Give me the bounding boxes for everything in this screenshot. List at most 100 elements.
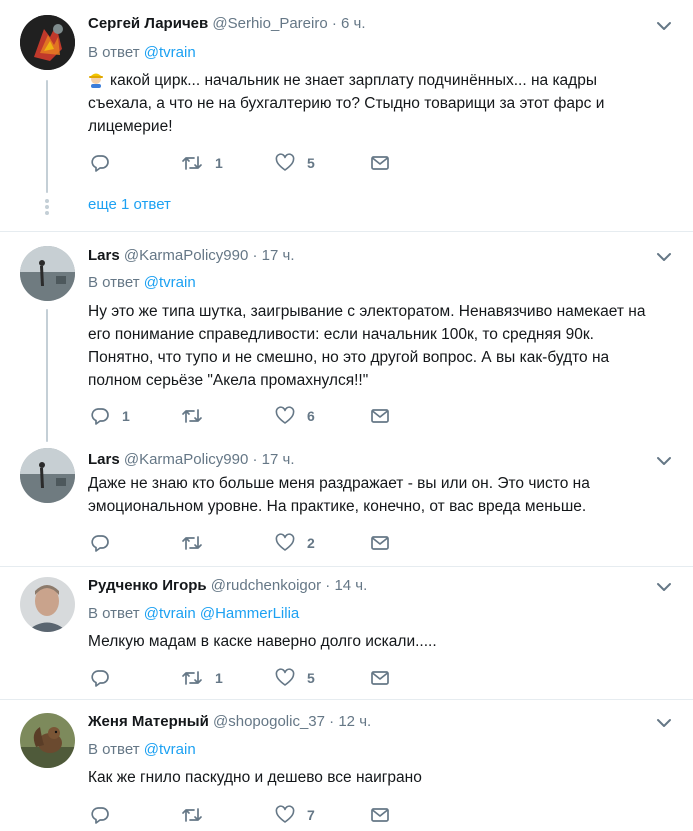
like-button[interactable]: 2 xyxy=(275,531,315,555)
tweet-text-line: лицемерие! xyxy=(88,118,173,135)
timestamp[interactable]: 6 ч. xyxy=(341,15,366,32)
tweet-text-line: Ну это же типа шутка, заигрывание с элек… xyxy=(88,303,646,320)
author-handle[interactable]: @KarmaPolicy990 xyxy=(124,451,248,468)
separator: · xyxy=(329,713,335,730)
message-button[interactable] xyxy=(370,151,390,175)
like-button[interactable]: 7 xyxy=(275,803,315,827)
tweet-text-line: какой цирк... начальник не знает зарплат… xyxy=(88,69,670,92)
reply-button[interactable] xyxy=(90,531,122,555)
avatar[interactable] xyxy=(20,713,75,768)
thread-line xyxy=(46,309,48,442)
retweet-icon xyxy=(182,409,202,423)
tweet-3[interactable]: Lars @KarmaPolicy990 · 17 ч. Даже не зна… xyxy=(0,442,693,566)
tweet-1[interactable]: Сергей Ларичев @Serhio_Pareiro · 6 ч. В … xyxy=(0,0,693,231)
reply-button[interactable] xyxy=(90,803,122,827)
like-icon xyxy=(275,668,295,686)
author-handle[interactable]: @shopogolic_37 xyxy=(213,713,325,730)
message-icon xyxy=(371,156,389,170)
tweet-actions: 1 6 xyxy=(88,404,408,428)
author-name[interactable]: Lars xyxy=(88,247,120,264)
like-button[interactable]: 5 xyxy=(275,666,315,690)
reply-to-link[interactable]: @tvrain xyxy=(144,605,196,622)
retweet-count: 1 xyxy=(215,670,223,686)
retweet-button[interactable]: 1 xyxy=(181,666,223,690)
tweet-text-line: Даже не знаю кто больше меня раздражает … xyxy=(88,475,590,492)
message-button[interactable] xyxy=(370,666,390,690)
tweet-2[interactable]: Lars @KarmaPolicy990 · 17 ч. В ответ @tv… xyxy=(0,232,693,442)
reply-to: В ответ @tvrain xyxy=(88,741,196,758)
tweet-text-line: Как же гнило паскудно и дешево все наигр… xyxy=(88,769,422,786)
message-icon xyxy=(371,409,389,423)
tweet-text: Ну это же типа шутка, заигрывание с элек… xyxy=(88,300,670,392)
message-icon xyxy=(371,536,389,550)
chevron-down-icon[interactable] xyxy=(655,714,673,732)
message-button[interactable] xyxy=(370,803,390,827)
retweet-icon xyxy=(182,671,202,685)
avatar[interactable] xyxy=(20,15,75,70)
retweet-button[interactable] xyxy=(181,531,215,555)
retweet-button[interactable] xyxy=(181,404,215,428)
tweet-text: Мелкую мадам в каске наверно долго искал… xyxy=(88,630,670,653)
tweet-text: Даже не знаю кто больше меня раздражает … xyxy=(88,472,670,518)
reply-icon xyxy=(91,535,109,552)
reply-to-link[interactable]: @tvrain xyxy=(144,741,196,758)
like-button[interactable]: 6 xyxy=(275,404,315,428)
reply-to-label: В ответ xyxy=(88,741,140,758)
reply-to: В ответ @tvrain @HammerLilia xyxy=(88,605,299,622)
retweet-button[interactable]: 1 xyxy=(181,151,223,175)
tweet-actions: 1 5 xyxy=(88,666,408,690)
retweet-count: 1 xyxy=(215,155,223,171)
message-icon xyxy=(371,671,389,685)
reply-count: 1 xyxy=(122,408,130,424)
reply-to-link[interactable]: @tvrain xyxy=(144,274,196,291)
reply-to-link[interactable]: @HammerLilia xyxy=(200,605,299,622)
reply-to-link[interactable]: @tvrain xyxy=(144,44,196,61)
like-icon xyxy=(275,533,295,551)
like-count: 5 xyxy=(307,155,315,171)
thread-dot xyxy=(45,199,49,203)
timestamp[interactable]: 17 ч. xyxy=(262,451,295,468)
chevron-down-icon[interactable] xyxy=(655,248,673,266)
author-name[interactable]: Женя Матерный xyxy=(88,713,209,730)
chevron-down-icon[interactable] xyxy=(655,452,673,470)
reply-button[interactable] xyxy=(90,151,122,175)
retweet-icon xyxy=(182,808,202,822)
tweet-text-line: эмоциональном уровне. На практике, конеч… xyxy=(88,498,587,515)
message-button[interactable] xyxy=(370,404,390,428)
reply-to: В ответ @tvrain xyxy=(88,44,196,61)
reply-icon xyxy=(91,408,109,425)
like-button[interactable]: 5 xyxy=(275,151,315,175)
like-count: 2 xyxy=(307,535,315,551)
thread-dot xyxy=(45,211,49,215)
reply-to-label: В ответ xyxy=(88,44,140,61)
reply-button[interactable]: 1 xyxy=(90,404,130,428)
timestamp[interactable]: 14 ч. xyxy=(334,577,367,594)
chevron-down-icon[interactable] xyxy=(655,578,673,596)
separator: · xyxy=(331,15,337,32)
author-handle[interactable]: @rudchenkoigor xyxy=(211,577,321,594)
tweet-header: Женя Матерный @shopogolic_37 · 12 ч. xyxy=(88,713,371,730)
like-count: 5 xyxy=(307,670,315,686)
author-handle[interactable]: @KarmaPolicy990 xyxy=(124,247,248,264)
tweet-text: Как же гнило паскудно и дешево все наигр… xyxy=(88,766,670,789)
author-handle[interactable]: @Serhio_Pareiro xyxy=(212,15,327,32)
author-name[interactable]: Lars xyxy=(88,451,120,468)
timestamp[interactable]: 12 ч. xyxy=(338,713,371,730)
timestamp[interactable]: 17 ч. xyxy=(262,247,295,264)
separator: · xyxy=(252,451,258,468)
separator: · xyxy=(325,577,331,594)
message-button[interactable] xyxy=(370,531,390,555)
author-name[interactable]: Рудченко Игорь xyxy=(88,577,207,594)
reply-to-label: В ответ xyxy=(88,605,140,622)
avatar[interactable] xyxy=(20,246,75,301)
avatar[interactable] xyxy=(20,448,75,503)
tweet-5[interactable]: Женя Матерный @shopogolic_37 · 12 ч. В о… xyxy=(0,700,693,831)
reply-button[interactable] xyxy=(90,666,122,690)
tweet-4[interactable]: Рудченко Игорь @rudchenkoigor · 14 ч. В … xyxy=(0,567,693,699)
retweet-button[interactable] xyxy=(181,803,215,827)
tweet-header: Lars @KarmaPolicy990 · 17 ч. xyxy=(88,247,295,264)
author-name[interactable]: Сергей Ларичев xyxy=(88,15,208,32)
show-more-replies-link[interactable]: еще 1 ответ xyxy=(88,196,171,213)
avatar[interactable] xyxy=(20,577,75,632)
chevron-down-icon[interactable] xyxy=(655,17,673,35)
